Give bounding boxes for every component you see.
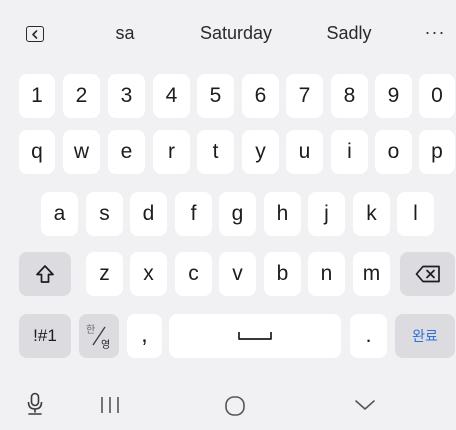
key-9[interactable]: 9 <box>375 74 412 118</box>
key-l[interactable]: l <box>397 192 434 236</box>
key-o[interactable]: o <box>375 130 412 174</box>
key-b[interactable]: b <box>264 252 301 296</box>
bottom-row: !#1 한 영 , . 완료 <box>0 314 456 358</box>
key-k[interactable]: k <box>353 192 390 236</box>
letter-row-1: q w e r t y u i o p <box>0 130 456 174</box>
lang-bottom-label: 영 <box>101 340 111 351</box>
letter-row-2: a s d f g h j k l <box>0 192 456 236</box>
space-key[interactable] <box>169 314 341 358</box>
key-e[interactable]: e <box>108 130 145 174</box>
suggestion-word-1[interactable]: sa <box>115 23 134 44</box>
language-switch-glyph: 한 영 <box>84 321 114 351</box>
done-button[interactable]: 완료 <box>395 314 455 358</box>
backspace-key[interactable] <box>400 252 455 296</box>
key-x[interactable]: x <box>130 252 167 296</box>
shift-key[interactable] <box>19 252 71 296</box>
key-t[interactable]: t <box>197 130 234 174</box>
microphone-icon[interactable] <box>22 390 48 418</box>
key-i[interactable]: i <box>331 130 368 174</box>
key-j[interactable]: j <box>308 192 345 236</box>
key-s[interactable]: s <box>86 192 123 236</box>
chevron-down-icon[interactable] <box>352 395 378 415</box>
key-g[interactable]: g <box>219 192 256 236</box>
key-z[interactable]: z <box>86 252 123 296</box>
backspace-icon <box>415 265 440 283</box>
key-w[interactable]: w <box>63 130 100 174</box>
key-p[interactable]: p <box>419 130 455 174</box>
key-3[interactable]: 3 <box>108 74 145 118</box>
key-d[interactable]: d <box>130 192 167 236</box>
key-m[interactable]: m <box>353 252 390 296</box>
key-u[interactable]: u <box>286 130 323 174</box>
key-2[interactable]: 2 <box>63 74 100 118</box>
more-options-icon[interactable]: ··· <box>425 22 446 43</box>
chevron-left-icon[interactable] <box>26 26 44 42</box>
key-5[interactable]: 5 <box>197 74 234 118</box>
space-bar-icon <box>238 332 272 340</box>
period-key[interactable]: . <box>350 314 387 358</box>
key-7[interactable]: 7 <box>286 74 323 118</box>
suggestion-word-3[interactable]: Sadly <box>326 23 371 44</box>
comma-key[interactable]: , <box>127 314 162 358</box>
navigation-bar <box>0 380 456 430</box>
key-1[interactable]: 1 <box>19 74 55 118</box>
key-4[interactable]: 4 <box>153 74 190 118</box>
letter-row-3: z x c v b n m <box>0 252 456 296</box>
symbols-key[interactable]: !#1 <box>19 314 71 358</box>
key-c[interactable]: c <box>175 252 212 296</box>
key-6[interactable]: 6 <box>242 74 279 118</box>
key-0[interactable]: 0 <box>419 74 455 118</box>
key-n[interactable]: n <box>308 252 345 296</box>
key-h[interactable]: h <box>264 192 301 236</box>
recent-apps-icon[interactable] <box>96 394 124 416</box>
number-row: 1 2 3 4 5 6 7 8 9 0 <box>0 74 456 118</box>
key-a[interactable]: a <box>41 192 78 236</box>
home-icon[interactable] <box>222 393 248 419</box>
suggestion-word-2[interactable]: Saturday <box>200 23 272 44</box>
key-f[interactable]: f <box>175 192 212 236</box>
key-q[interactable]: q <box>19 130 55 174</box>
suggestion-bar: sa Saturday Sadly ··· <box>0 0 456 68</box>
key-y[interactable]: y <box>242 130 279 174</box>
key-v[interactable]: v <box>219 252 256 296</box>
key-8[interactable]: 8 <box>331 74 368 118</box>
key-r[interactable]: r <box>153 130 190 174</box>
shift-icon <box>36 265 54 283</box>
language-switch-key[interactable]: 한 영 <box>79 314 119 358</box>
